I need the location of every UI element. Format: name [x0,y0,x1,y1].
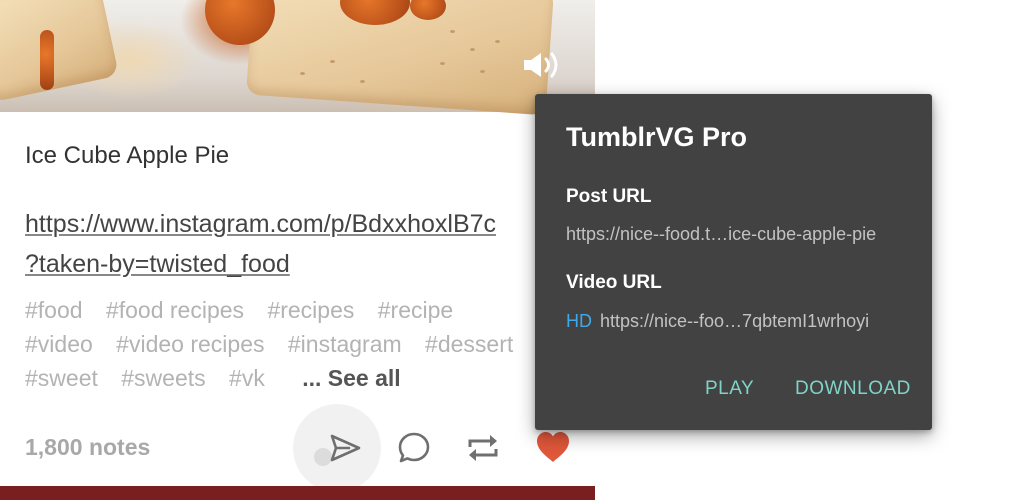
tag-row: #food #food recipes #recipes #recipe [25,293,595,327]
tag-list: #food #food recipes #recipes #recipe #vi… [25,293,595,395]
video-quality-badge: HD [566,311,592,331]
comment-icon [398,432,430,463]
video-url-value[interactable]: https://nice--foo…7qbtemI1wrhoyi [600,311,869,331]
share-button[interactable] [327,430,363,466]
tag-row: #video #video recipes #instagram #desser… [25,327,595,361]
post-source-link[interactable]: https://www.instagram.com/p/BdxxhoxlB7c … [25,204,585,286]
tag[interactable]: #food recipes [106,293,244,327]
see-all-tags-link[interactable]: ... See all [302,365,400,391]
next-post-edge [0,486,595,500]
video-url-label: Video URL [566,272,662,293]
volume-button[interactable] [522,50,564,80]
post-link-line-1[interactable]: https://www.instagram.com/p/BdxxhoxlB7c [25,210,496,238]
post-url-value[interactable]: https://nice--food.t…ice-cube-apple-pie [566,224,876,245]
heart-icon [537,432,569,462]
tag-row: #sweet #sweets #vk ... See all [25,361,595,395]
tag[interactable]: #dessert [425,327,513,361]
volume-icon [524,52,558,78]
reblog-button[interactable] [465,431,501,465]
sesame-seed [470,48,475,51]
sesame-seed [480,70,485,73]
tag[interactable]: #video recipes [116,327,264,361]
caramel-drizzle [40,30,54,90]
tag[interactable]: #recipe [378,293,453,327]
tag[interactable]: #food [25,293,83,327]
post-url-label: Post URL [566,186,652,207]
sesame-seed [450,30,455,33]
pie-slice-left [0,0,119,103]
tumblrvg-dialog: TumblrVG Pro Post URL https://nice--food… [535,94,932,430]
post-video-thumbnail[interactable] [0,0,595,116]
post-link-line-2[interactable]: ?taken-by=twisted_food [25,250,290,278]
sesame-seed [330,60,335,63]
notes-count[interactable]: 1,800 notes [25,434,150,461]
tag[interactable]: #sweets [121,361,205,395]
download-button[interactable]: DOWNLOAD [795,378,911,400]
post-card: Ice Cube Apple Pie https://www.instagram… [0,0,595,500]
send-icon [330,434,361,462]
sesame-seed [495,40,500,43]
like-button[interactable] [535,430,571,464]
tag[interactable]: #sweet [25,361,98,395]
tag[interactable]: #vk [229,361,265,395]
tag[interactable]: #video [25,327,93,361]
sesame-seed [360,80,365,83]
reply-button[interactable] [397,430,431,466]
sesame-seed [300,72,305,75]
video-url-row[interactable]: HD https://nice--foo…7qbtemI1wrhoyi [566,311,869,332]
sesame-seed [440,62,445,65]
tag[interactable]: #recipes [267,293,354,327]
tag[interactable]: #instagram [288,327,402,361]
play-button[interactable]: PLAY [705,378,754,400]
reblog-icon [468,435,498,461]
post-title: Ice Cube Apple Pie [25,142,230,169]
dialog-title: TumblrVG Pro [566,122,748,152]
